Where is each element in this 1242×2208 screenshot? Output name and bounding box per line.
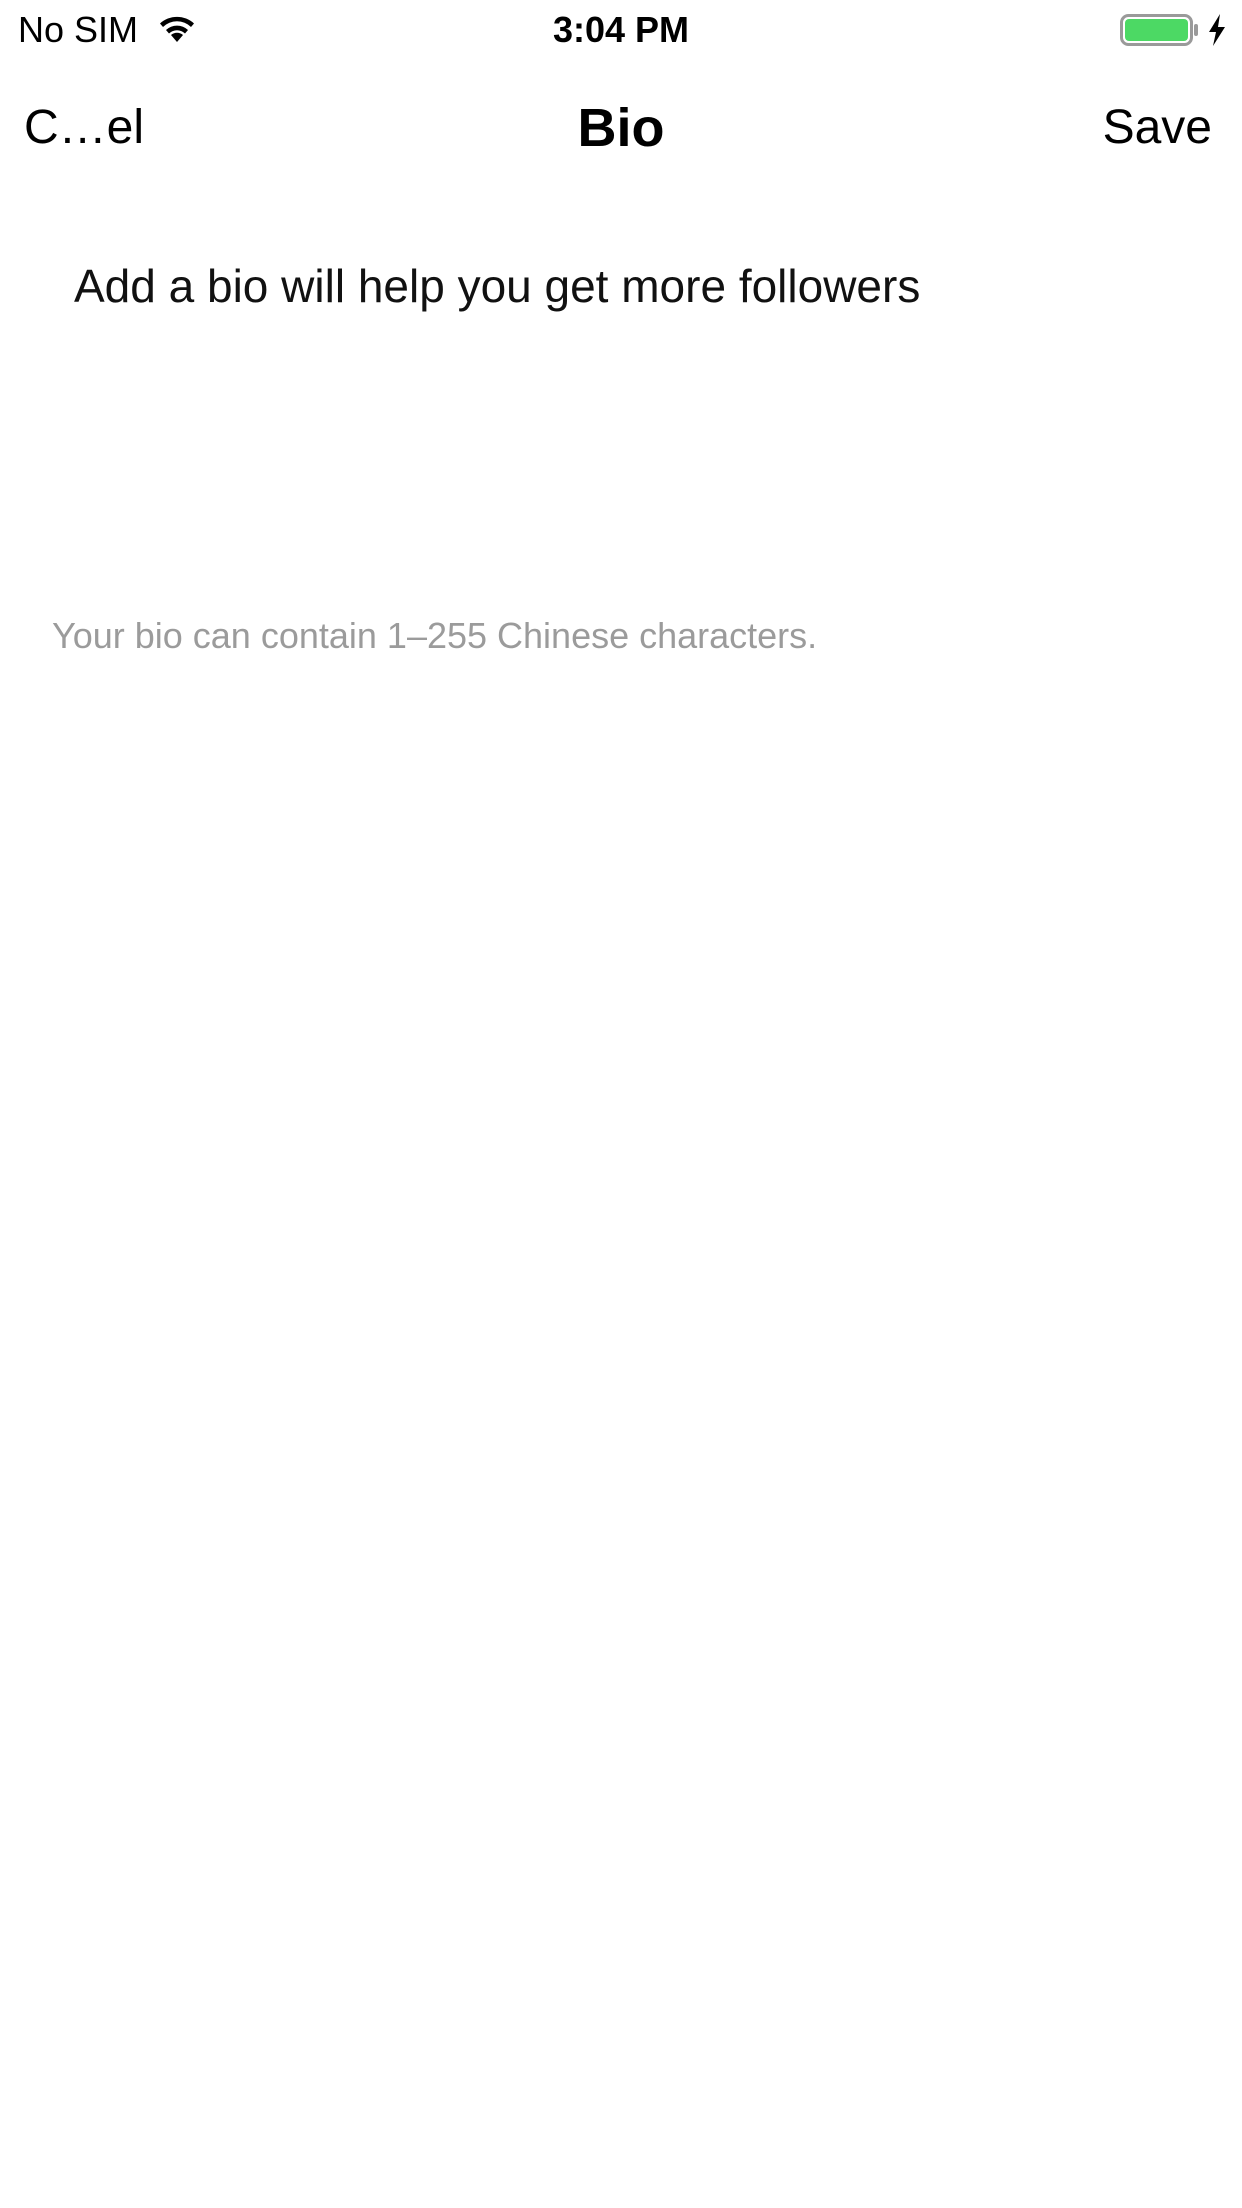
page-title: Bio [577, 98, 665, 158]
save-button[interactable]: Save [1103, 100, 1212, 156]
status-time: 3:04 PM [552, 9, 690, 50]
bio-length-hint: Your bio can contain 1–255 Chinese chara… [52, 615, 818, 656]
status-bar: No SIM 3:04 PM [0, 0, 1242, 60]
battery-icon [1120, 14, 1198, 46]
charging-bolt-icon [1209, 14, 1225, 46]
navigation-bar: C…el Bio Save [0, 64, 1242, 194]
cancel-button[interactable]: C…el [24, 100, 144, 156]
bio-input[interactable] [50, 240, 1190, 540]
